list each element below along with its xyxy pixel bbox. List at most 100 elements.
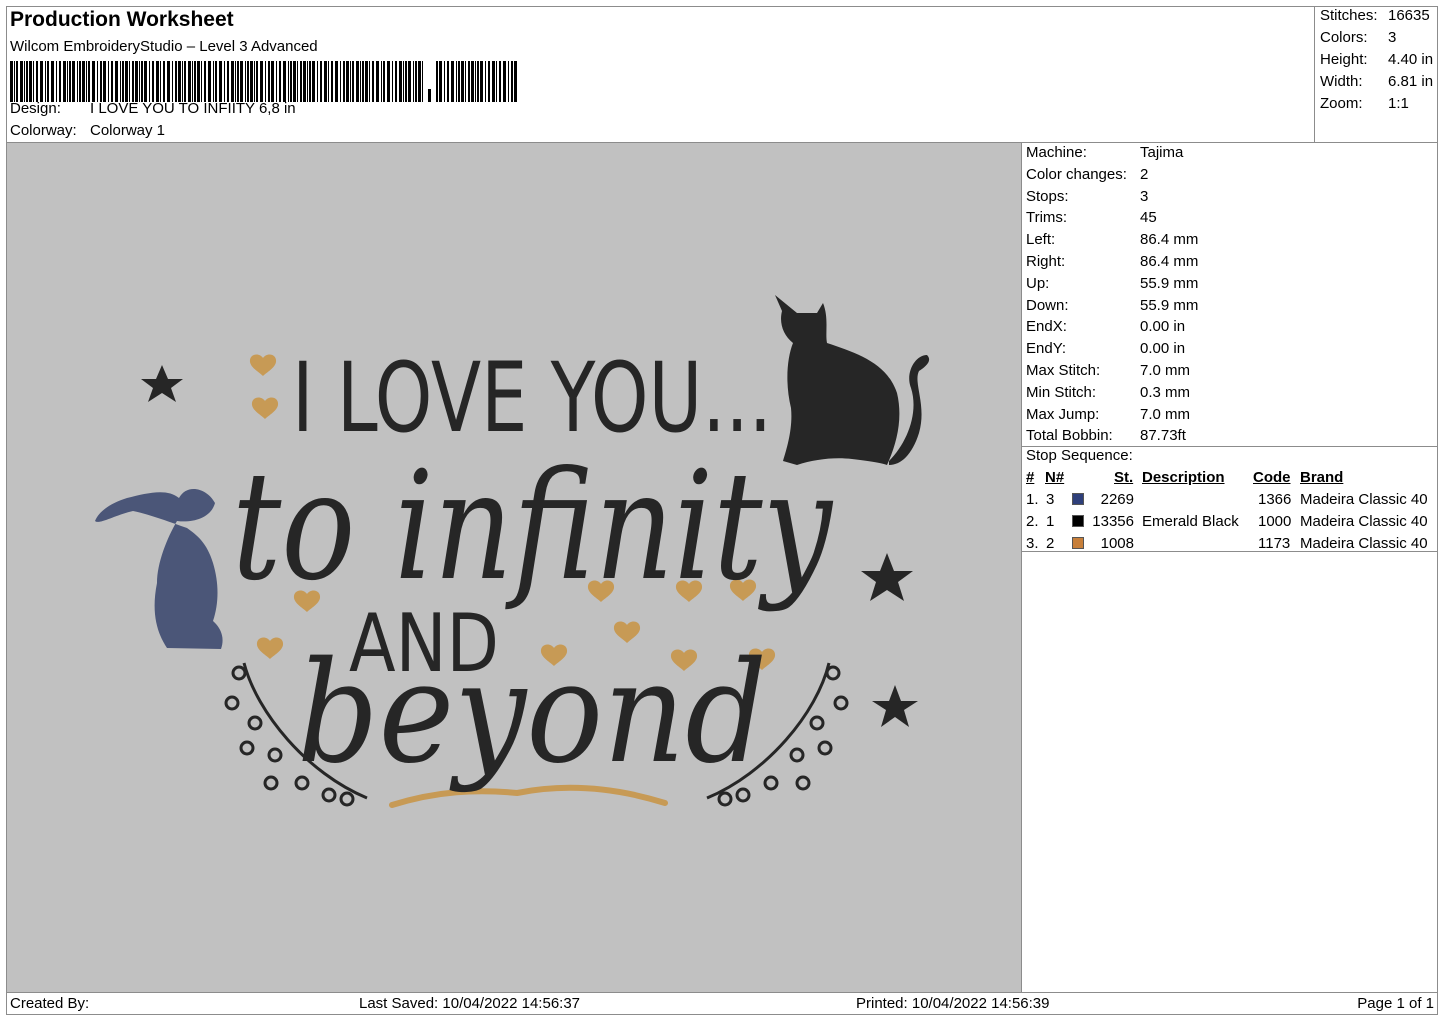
property-value: 55.9 mm bbox=[1140, 274, 1199, 292]
property-label: Machine: bbox=[1026, 144, 1087, 161]
design-text-line2: to infinity bbox=[232, 440, 834, 614]
col-header-stitches: St. bbox=[1114, 469, 1134, 486]
worksheet-header: Production Worksheet Wilcom EmbroiderySt… bbox=[6, 6, 1314, 143]
color-swatch bbox=[1072, 493, 1084, 505]
property-label: EndY: bbox=[1026, 340, 1067, 358]
summary-value: 16635 bbox=[1388, 7, 1430, 24]
property-value: 3 bbox=[1140, 187, 1149, 205]
summary-row: Stitches: 16635 bbox=[1320, 7, 1430, 24]
design-properties: Machine: Tajima Color changes: 2 Stops: 3 Trim… bbox=[1022, 143, 1438, 447]
property-label: Max Stitch: bbox=[1026, 362, 1101, 379]
property-value: 7.0 mm bbox=[1140, 405, 1191, 423]
colorway-line: Colorway: Colorway 1 bbox=[10, 122, 165, 139]
stop-needle: 3 bbox=[1046, 491, 1055, 508]
property-label: Total Bobbin: bbox=[1026, 427, 1113, 445]
created-by: Created By: bbox=[10, 995, 90, 1012]
software-name: Wilcom EmbroideryStudio – Level 3 Advanc… bbox=[10, 38, 318, 55]
stop-stitches: 2269 bbox=[1100, 491, 1134, 508]
property-value: 55.9 mm bbox=[1140, 296, 1199, 314]
colorway-value: Colorway 1 bbox=[90, 122, 166, 139]
col-header-brand: Brand bbox=[1300, 469, 1344, 486]
property-value: 86.4 mm bbox=[1140, 253, 1199, 270]
summary-label: Zoom: bbox=[1320, 95, 1363, 112]
star-icon bbox=[141, 365, 183, 402]
property-row: Machine: Tajima bbox=[1026, 144, 1183, 161]
property-value: Tajima bbox=[1140, 144, 1184, 161]
design-line: Design: I LOVE YOU TO INFIITY 6,8 in bbox=[10, 100, 296, 117]
star-icon bbox=[872, 685, 918, 727]
summary-label: Stitches: bbox=[1320, 7, 1378, 24]
heart-icon bbox=[256, 637, 284, 659]
design-label: Design: bbox=[10, 100, 61, 117]
summary-row: Width: 6.81 in bbox=[1320, 73, 1433, 90]
property-label: Trims: bbox=[1026, 209, 1068, 227]
summary-value: 6.81 in bbox=[1388, 73, 1434, 90]
summary-value: 3 bbox=[1388, 29, 1397, 46]
property-label: Min Stitch: bbox=[1026, 383, 1097, 401]
last-saved: Last Saved: 10/04/2022 14:56:37 bbox=[359, 995, 581, 1012]
summary-label: Height: bbox=[1320, 51, 1368, 68]
design-value: I LOVE YOU TO INFIITY 6,8 in bbox=[90, 100, 296, 117]
property-row: Up: 55.9 mm bbox=[1026, 275, 1198, 292]
barcode bbox=[10, 61, 517, 102]
property-value: 86.4 mm bbox=[1140, 231, 1199, 249]
property-label: Color changes: bbox=[1026, 165, 1127, 183]
property-row: Total Bobbin: 87.73ft bbox=[1026, 427, 1186, 444]
page-title: Production Worksheet bbox=[10, 8, 234, 31]
property-row: Stops: 3 bbox=[1026, 188, 1148, 205]
stop-description: Emerald Black bbox=[1142, 513, 1239, 530]
summary-row: Colors: 3 bbox=[1320, 29, 1396, 46]
property-row: Trims: 45 bbox=[1026, 209, 1157, 226]
colorway-label: Colorway: bbox=[10, 122, 77, 139]
stop-stitches: 1008 bbox=[1100, 535, 1134, 552]
property-row: Max Jump: 7.0 mm bbox=[1026, 406, 1190, 423]
property-row: Min Stitch: 0.3 mm bbox=[1026, 384, 1190, 401]
property-row: Right: 86.4 mm bbox=[1026, 253, 1198, 270]
property-value: 87.73ft bbox=[1140, 427, 1186, 445]
design-artwork: I LOVE YOU... to infinity AND beyond bbox=[95, 295, 930, 808]
property-value: 2 bbox=[1140, 165, 1149, 183]
property-label: Right: bbox=[1026, 253, 1066, 270]
property-value: 0.00 in bbox=[1140, 340, 1186, 358]
property-value: 45 bbox=[1140, 209, 1157, 227]
property-label: Max Jump: bbox=[1026, 405, 1100, 423]
summary-label: Width: bbox=[1320, 73, 1363, 90]
col-header-needle: N# bbox=[1045, 469, 1065, 486]
col-header-code: Code bbox=[1253, 469, 1291, 486]
color-swatch bbox=[1072, 515, 1084, 527]
property-value: 0.00 in bbox=[1140, 318, 1186, 336]
property-label: Left: bbox=[1026, 231, 1056, 249]
property-label: EndX: bbox=[1026, 318, 1067, 336]
property-row: Max Stitch: 7.0 mm bbox=[1026, 362, 1190, 379]
stop-num: 1. bbox=[1026, 491, 1039, 508]
stop-code: 1173 bbox=[1258, 535, 1291, 552]
stop-sequence-label: Stop Sequence: bbox=[1026, 447, 1133, 464]
property-row: Down: 55.9 mm bbox=[1026, 297, 1198, 314]
design-preview: I LOVE YOU... to infinity AND beyond bbox=[7, 143, 1022, 992]
stop-brand: Madeira Classic 40 bbox=[1300, 491, 1428, 508]
property-row: Left: 86.4 mm bbox=[1026, 231, 1198, 248]
printed-at: Printed: 10/04/2022 14:56:39 bbox=[856, 995, 1050, 1012]
property-label: Down: bbox=[1026, 296, 1069, 314]
stop-needle: 2 bbox=[1046, 535, 1055, 552]
property-row: EndX: 0.00 in bbox=[1026, 318, 1185, 335]
property-value: 7.0 mm bbox=[1140, 362, 1191, 379]
stop-code: 1366 bbox=[1258, 491, 1292, 508]
stop-code: 1000 bbox=[1258, 513, 1292, 530]
stop-brand: Madeira Classic 40 bbox=[1300, 535, 1428, 552]
stop-sequence: Stop Sequence: # N# St. Description Code… bbox=[1022, 447, 1438, 552]
property-row: Color changes: 2 bbox=[1026, 166, 1148, 183]
summary-row: Height: 4.40 in bbox=[1320, 51, 1433, 68]
page-number: Page 1 of 1 bbox=[1357, 995, 1434, 1012]
design-text-line4: beyond bbox=[297, 632, 767, 795]
property-value: 0.3 mm bbox=[1140, 383, 1191, 401]
stop-stitches: 13356 bbox=[1092, 513, 1134, 530]
stop-num: 2. bbox=[1026, 513, 1039, 530]
star-icon bbox=[861, 553, 913, 601]
summary-value: 1:1 bbox=[1388, 95, 1409, 112]
col-header-num: # bbox=[1026, 469, 1035, 486]
col-header-description: Description bbox=[1142, 469, 1225, 486]
design-text-line1: I LOVE YOU... bbox=[292, 342, 772, 454]
color-swatch bbox=[1072, 537, 1084, 549]
rabbit-icon bbox=[95, 488, 223, 649]
